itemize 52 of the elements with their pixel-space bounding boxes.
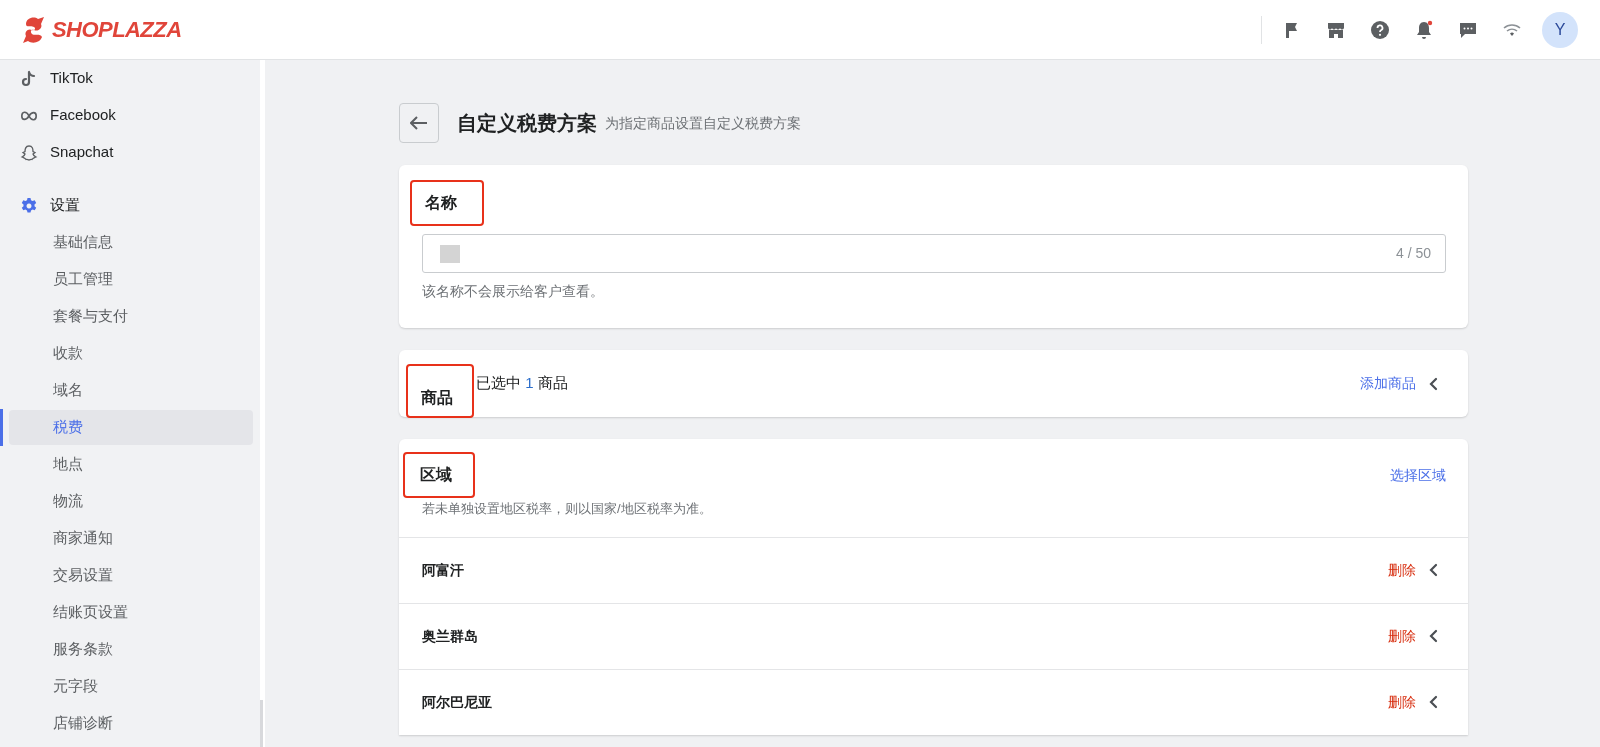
sidebar-item[interactable]: TikTok [0, 60, 260, 97]
page-title: 自定义税费方案 [457, 111, 597, 136]
page-subtitle: 为指定商品设置自定义税费方案 [605, 113, 801, 133]
sidebar-item[interactable]: Facebook [0, 97, 260, 134]
redacted-block [440, 244, 460, 263]
gear-icon [20, 196, 38, 215]
highlighted-heading: 名称 [410, 180, 484, 226]
help-text: 若未单独设置地区税率，则以国家/地区税率为准。 [422, 500, 713, 518]
logo-wordmark: SHOPLAZZA [52, 16, 182, 44]
region-name: 阿富汗 [422, 560, 464, 580]
chevron-left-icon [1428, 629, 1438, 643]
name-input[interactable]: 4 / 50 [422, 234, 1446, 273]
logo-icon [22, 15, 46, 44]
sidebar-subitem[interactable]: 收款 [9, 336, 253, 371]
chevron-left-icon [1428, 563, 1438, 577]
sidebar-subitem[interactable]: 域名 [9, 373, 253, 408]
sidebar-subitem[interactable]: 物流 [9, 484, 253, 519]
sidebar-subitem[interactable]: 商家通知 [9, 521, 253, 556]
back-button[interactable] [399, 103, 439, 143]
delete-link[interactable]: 删除 [1388, 625, 1416, 647]
highlighted-heading: 商品 [406, 363, 474, 418]
selection-summary: 已选中 1 商品 [476, 373, 568, 394]
region-name: 阿尔巴尼亚 [422, 692, 492, 712]
add-product-link[interactable]: 添加商品 [1360, 373, 1416, 394]
region-name: 奥兰群岛 [422, 626, 478, 646]
sidebar-subitem[interactable]: 结账页设置 [9, 595, 253, 630]
music-note-icon [20, 69, 38, 88]
sidebar-subitem[interactable]: 交易设置 [9, 558, 253, 593]
sidebar-subitem[interactable]: 税费 [9, 410, 253, 445]
ghost-icon [20, 143, 38, 162]
sidebar-subitem[interactable]: 店铺诊断 [9, 706, 253, 741]
infinity-icon [20, 109, 38, 122]
character-counter: 4 / 50 [1395, 244, 1431, 263]
bell-icon[interactable] [1414, 19, 1434, 40]
sidebar-group[interactable]: 设置 [0, 187, 260, 224]
sidebar-subitem[interactable]: 员工管理 [9, 262, 253, 297]
chevron-left-icon [1428, 695, 1438, 709]
select-region-link[interactable]: 选择区域 [1390, 465, 1446, 486]
sidebar-subitem[interactable]: 元字段 [9, 669, 253, 704]
chevron-left-icon [1428, 376, 1438, 391]
help-icon[interactable] [1370, 19, 1390, 40]
sidebar-item[interactable]: Snapchat [0, 134, 260, 171]
delete-link[interactable]: 删除 [1388, 559, 1416, 581]
sidebar-subitem[interactable]: 服务条款 [9, 632, 253, 667]
help-text: 该名称不会展示给客户查看。 [422, 282, 605, 301]
avatar[interactable]: Y [1542, 11, 1578, 48]
sidebar-subitem[interactable]: 套餐与支付 [9, 299, 253, 334]
arrow-left-icon [410, 116, 428, 130]
delete-link[interactable]: 删除 [1388, 691, 1416, 713]
highlighted-heading: 区域 [403, 452, 475, 498]
sidebar-subitem[interactable]: 地点 [9, 447, 253, 482]
sidebar-subitem[interactable]: 基础信息 [9, 225, 253, 260]
